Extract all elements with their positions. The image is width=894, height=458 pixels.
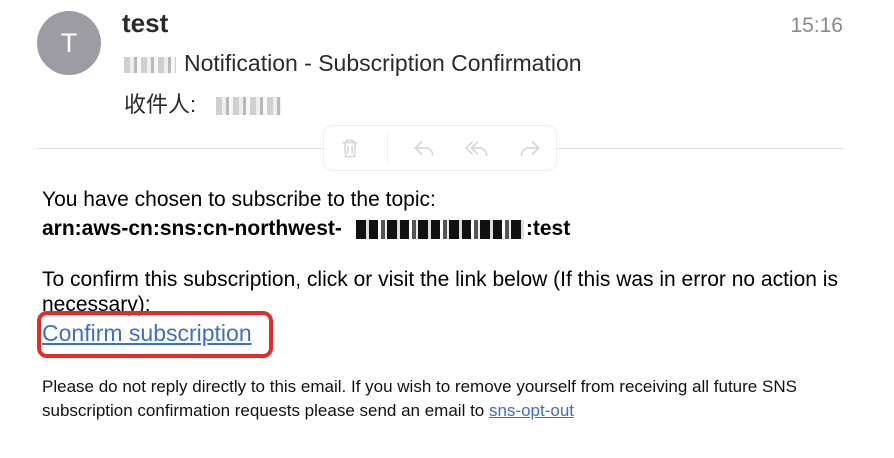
reply-all-button[interactable] <box>461 132 493 164</box>
subject-row: Notification - Subscription Confirmation <box>124 50 582 77</box>
reply-all-icon <box>465 140 488 156</box>
forward-icon <box>520 140 540 156</box>
instruction-text: To confirm this subscription, click or v… <box>42 268 838 316</box>
reply-icon <box>414 140 435 156</box>
redacted-recipient <box>216 97 283 116</box>
redacted-subject-prefix <box>124 56 176 73</box>
avatar: T <box>37 11 101 75</box>
recipient-row: 收件人: <box>124 87 283 119</box>
reply-button[interactable] <box>408 132 440 164</box>
subject-text: Notification - Subscription Confirmation <box>184 50 582 76</box>
trash-button[interactable] <box>334 132 366 164</box>
toolbar-divider <box>386 134 388 162</box>
intro-text: You have chosen to subscribe to the topi… <box>42 188 436 211</box>
redacted-account-id <box>355 219 524 239</box>
sns-opt-out-link[interactable]: sns-opt-out <box>489 401 574 420</box>
arn-prefix: arn:aws-cn:sns:cn-northwest- <box>42 217 342 240</box>
footer-text: Please do not reply directly to this ema… <box>42 375 862 423</box>
footer-message: Please do not reply directly to this ema… <box>42 377 797 420</box>
message-time: 15:16 <box>790 14 843 37</box>
confirm-subscription-link[interactable]: Confirm subscription <box>42 320 252 347</box>
arn-suffix: :test <box>525 217 571 240</box>
email-body: You have chosen to subscribe to the topi… <box>42 185 860 317</box>
trash-icon <box>342 139 358 158</box>
sender-name: test <box>122 8 169 38</box>
forward-button[interactable] <box>514 132 546 164</box>
message-toolbar <box>323 125 557 171</box>
topic-arn: arn:aws-cn:sns:cn-northwest- :test <box>42 214 860 243</box>
recipient-label: 收件人: <box>124 92 197 117</box>
